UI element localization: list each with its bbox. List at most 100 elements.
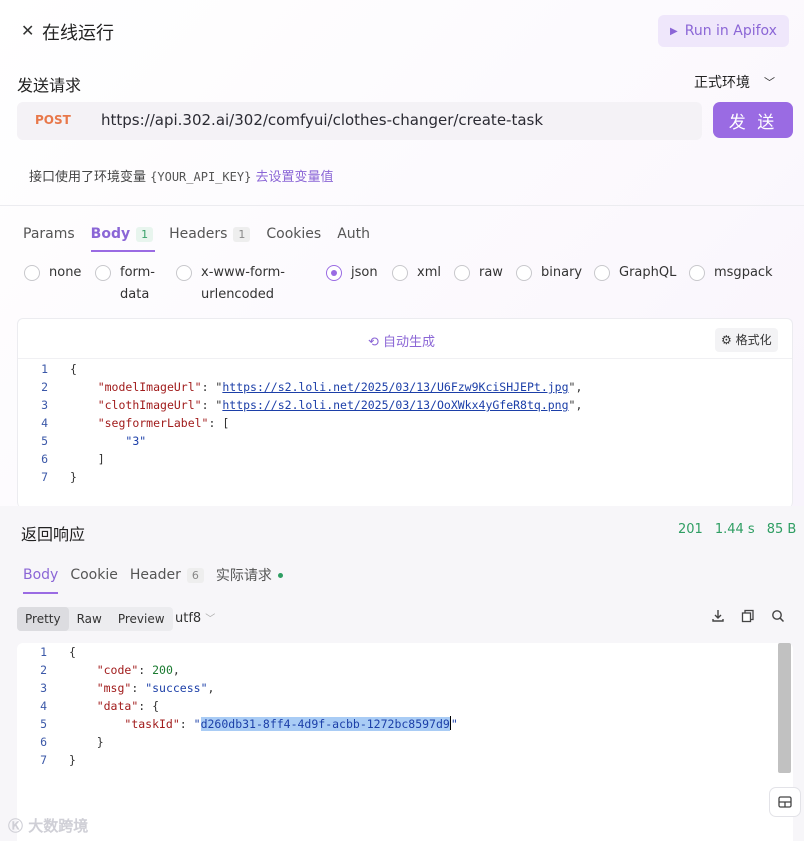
line-number: 6 (41, 452, 48, 466)
radio-label: xml (417, 265, 441, 280)
line-number: 5 (40, 717, 47, 731)
radio-label: json (351, 265, 378, 280)
tab-label: Body (90, 226, 131, 242)
tab-label: Header (129, 567, 181, 583)
tab-label: Params (23, 226, 75, 242)
line-number: 4 (41, 416, 48, 430)
radio-label: binary (541, 265, 583, 280)
radio-circle (392, 265, 408, 281)
env-note-text: 接口使用了环境变量 (29, 170, 147, 185)
run-in-apifox-button[interactable]: ▶ Run in Apifox (658, 15, 789, 47)
json-number-value: 200 (152, 663, 173, 677)
tab-response-header[interactable]: Header 6 (130, 565, 204, 585)
chevron-down-icon: ﹀ (764, 76, 775, 89)
json-key: "taskId" (124, 717, 180, 731)
view-pretty[interactable]: Pretty (17, 607, 69, 631)
radio-label: raw (479, 265, 503, 280)
line-number: 2 (41, 380, 48, 394)
refresh-icon: ⟲ (368, 335, 379, 350)
radio-circle (24, 265, 40, 281)
watermark-logo: Ⓚ 大数跨境 (8, 815, 88, 836)
tab-headers[interactable]: Headers 1 (169, 220, 251, 248)
line-number: 7 (41, 470, 48, 484)
tab-response-body[interactable]: Body (23, 565, 59, 594)
view-preview[interactable]: Preview (110, 607, 173, 631)
editor-toolbar: ⟲ 自动生成 ⚙ 格式化 (18, 319, 792, 359)
json-key: "data" (96, 699, 139, 713)
radio-circle (516, 265, 532, 281)
play-icon: ▶ (670, 25, 678, 37)
line-number: 1 (40, 645, 47, 659)
status-dot (277, 572, 283, 578)
task-id-selected-text[interactable]: d260db31-8ff4-4d9f-acbb-1272bc8597d9 (200, 717, 450, 731)
radio-circle (689, 265, 705, 281)
tab-actual-request[interactable]: 实际请求 (216, 565, 283, 585)
json-key: "modelImageUrl" (97, 380, 202, 394)
send-button[interactable]: 发 送 (713, 102, 793, 138)
auto-generate-button[interactable]: ⟲ 自动生成 (368, 331, 435, 350)
url-bar[interactable]: POST https://api.302.ai/302/comfyui/clot… (17, 102, 702, 140)
radio-label: msgpack (714, 265, 773, 280)
tab-params[interactable]: Params (23, 220, 75, 248)
layout-toggle-button[interactable] (769, 787, 801, 817)
radio-circle-selected (326, 265, 342, 281)
line-number: 3 (40, 681, 47, 695)
divider (0, 205, 804, 206)
json-string-value: "success" (145, 681, 208, 695)
line-number: 7 (40, 753, 47, 767)
format-icon: ⚙ (721, 333, 732, 347)
view-raw[interactable]: Raw (69, 607, 110, 631)
response-size: 85 B (766, 522, 797, 537)
radio-circle (95, 265, 111, 281)
watermark-text: 大数跨境 (28, 817, 89, 835)
json-string-value: "3" (125, 434, 147, 448)
env-variable-name: {YOUR_API_KEY} (150, 170, 252, 184)
line-number: 5 (41, 434, 48, 448)
json-key: "code" (96, 663, 139, 677)
copy-icon[interactable] (739, 609, 757, 627)
radio-label: form- data (120, 265, 156, 302)
tab-body[interactable]: Body 1 (90, 220, 156, 252)
response-body-viewer[interactable]: 1{ 2 "code": 200, 3 "msg": "success", 4 … (17, 643, 793, 841)
run-in-apifox-label: Run in Apifox (684, 23, 777, 39)
json-key: "segformerLabel" (97, 416, 209, 430)
environment-select[interactable]: 正式环境 ﹀ (694, 72, 775, 92)
set-variable-link[interactable]: 去设置变量值 (255, 170, 333, 185)
view-mode-segmented: Pretty Raw Preview (17, 607, 173, 631)
count-badge: 6 (186, 567, 204, 583)
http-method[interactable]: POST (35, 113, 71, 127)
tab-cookies[interactable]: Cookies (266, 220, 321, 248)
line-number: 2 (40, 663, 47, 677)
request-tabs: Params Body 1 Headers 1 Cookies Auth (23, 220, 386, 252)
tab-response-cookie[interactable]: Cookie (70, 565, 118, 585)
line-number: 4 (40, 699, 47, 713)
encoding-select[interactable]: utf8 ﹀ (175, 610, 215, 626)
page-title: 在线运行 (42, 23, 114, 44)
tab-label: Cookie (70, 567, 118, 583)
download-icon[interactable] (709, 609, 727, 627)
tab-auth[interactable]: Auth (337, 220, 370, 248)
format-button[interactable]: ⚙ 格式化 (715, 328, 778, 352)
watermark-mark-icon: Ⓚ (8, 817, 24, 835)
json-url-value[interactable]: https://s2.loli.net/2025/03/13/U6Fzw9Kci… (222, 380, 568, 394)
environment-value: 正式环境 (694, 75, 750, 91)
json-key: "msg" (96, 681, 132, 695)
count-badge: 1 (233, 226, 251, 242)
tab-label: Headers (169, 226, 228, 242)
radio-circle (454, 265, 470, 281)
encoding-value: utf8 (175, 611, 202, 626)
count-badge: 1 (136, 226, 154, 242)
request-body-editor[interactable]: ⟲ 自动生成 ⚙ 格式化 1{ 2 "modelImageUrl": "http… (17, 318, 793, 508)
vertical-scrollbar[interactable] (778, 643, 791, 773)
response-stats: 201 1.44 s 85 B (678, 522, 796, 537)
top-bar: ✕ 在线运行 ▶ Run in Apifox (0, 14, 804, 50)
close-icon[interactable]: ✕ (21, 21, 34, 40)
search-icon[interactable] (769, 609, 787, 627)
url-input[interactable]: https://api.302.ai/302/comfyui/clothes-c… (101, 111, 543, 129)
radio-label: GraphQL (619, 265, 677, 280)
request-section-label: 发送请求 (17, 76, 82, 95)
radio-label: x-www-form- urlencoded (201, 265, 285, 302)
tab-label: Body (23, 567, 59, 583)
json-url-value[interactable]: https://s2.loli.net/2025/03/13/OoXWkx4yG… (222, 398, 568, 412)
tab-label: 实际请求 (215, 568, 272, 584)
